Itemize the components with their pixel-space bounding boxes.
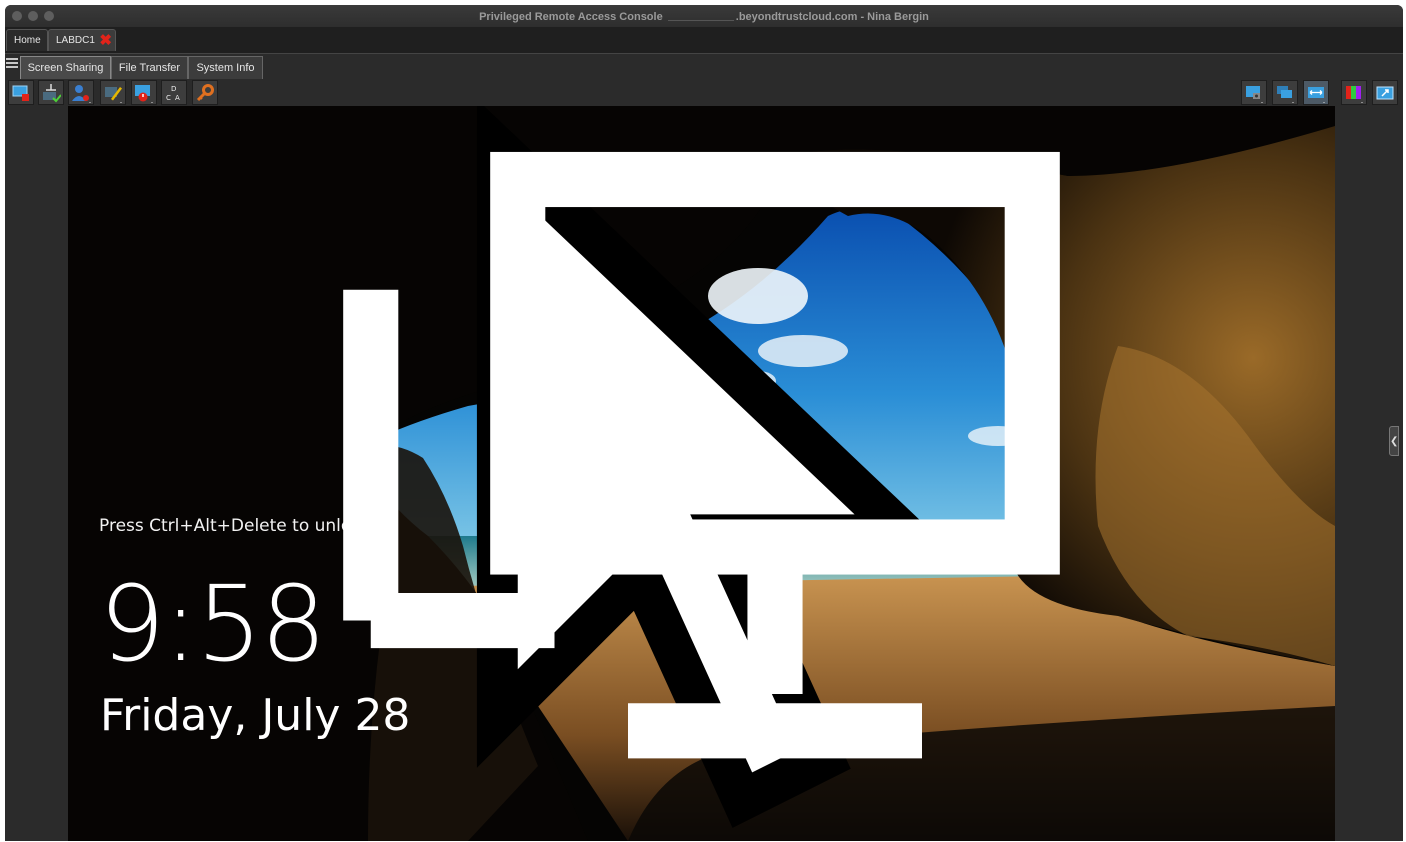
- tab-system-info[interactable]: System Info: [188, 56, 263, 79]
- credential-injection-icon: [196, 83, 214, 101]
- tab-labdc1-label: LABDC1: [56, 35, 95, 46]
- credential-injection-button[interactable]: [192, 80, 218, 105]
- scale-screen-button[interactable]: [1303, 80, 1329, 105]
- annotations-button[interactable]: [100, 80, 126, 105]
- user-elevation-icon: [72, 84, 91, 103]
- window-title-suffix: .beyondtrustcloud.com - Nina Bergin: [735, 11, 929, 23]
- tab-home-label: Home: [14, 35, 41, 46]
- power-options-icon: [135, 84, 153, 103]
- title-bar: Privileged Remote Access Console .beyond…: [5, 5, 1403, 27]
- right-gutter: [1335, 106, 1403, 841]
- remote-screen[interactable]: Press Ctrl+Alt+Delete to unlock. 9:58 Fr…: [68, 106, 1335, 841]
- svg-text:C: C: [166, 94, 171, 102]
- tab-labdc1[interactable]: LABDC1 ✖: [48, 29, 116, 51]
- svg-text:A: A: [175, 94, 180, 102]
- ctrl-alt-del-button[interactable]: DCA: [161, 80, 187, 105]
- monitor-select-button[interactable]: [1272, 80, 1298, 105]
- color-quality-icon: [1346, 85, 1363, 103]
- power-options-button[interactable]: [131, 80, 157, 105]
- network-status-icon[interactable]: [68, 106, 1335, 841]
- full-screen-button[interactable]: [1372, 80, 1398, 105]
- color-quality-button[interactable]: [1341, 80, 1367, 105]
- screenshot-icon: [1246, 85, 1263, 103]
- session-tab-bar: Home LABDC1 ✖: [5, 27, 1403, 54]
- tab-screen-sharing-label: Screen Sharing: [27, 62, 104, 74]
- hamburger-menu-icon[interactable]: [6, 58, 18, 68]
- privacy-screen-icon: [43, 83, 61, 102]
- tab-system-info-label: System Info: [196, 62, 255, 74]
- window-title: Privileged Remote Access Console .beyond…: [5, 9, 1403, 23]
- chevron-left-icon: ❮: [1390, 436, 1399, 447]
- scale-screen-icon: [1308, 86, 1325, 103]
- tab-home[interactable]: Home: [6, 29, 48, 51]
- stop-screen-sharing-icon: [12, 85, 29, 101]
- ctrl-alt-del-icon: DC A: [166, 85, 180, 102]
- tab-file-transfer[interactable]: File Transfer: [111, 56, 188, 79]
- tab-screen-sharing[interactable]: Screen Sharing: [20, 56, 111, 79]
- feature-tab-bar: Screen Sharing File Transfer System Info: [5, 54, 1403, 80]
- window-title-prefix: Privileged Remote Access Console: [479, 11, 663, 23]
- annotations-icon: [105, 86, 122, 103]
- tab-file-transfer-label: File Transfer: [118, 62, 181, 74]
- console-window: Privileged Remote Access Console .beyond…: [5, 5, 1403, 841]
- monitor-select-icon: [1277, 85, 1294, 103]
- user-elevation-button[interactable]: [68, 80, 94, 105]
- redacted-hostname: [667, 9, 734, 21]
- privacy-screen-button[interactable]: [38, 80, 64, 105]
- collapse-sidebar-handle[interactable]: ❮: [1389, 426, 1399, 456]
- screenshot-button[interactable]: [1241, 80, 1267, 105]
- svg-text:D: D: [171, 85, 176, 93]
- stop-screen-sharing-button[interactable]: [8, 80, 34, 105]
- full-screen-icon: [1376, 86, 1394, 99]
- close-tab-icon[interactable]: ✖: [99, 33, 112, 48]
- screen-sharing-toolbar: DCA: [5, 80, 1403, 106]
